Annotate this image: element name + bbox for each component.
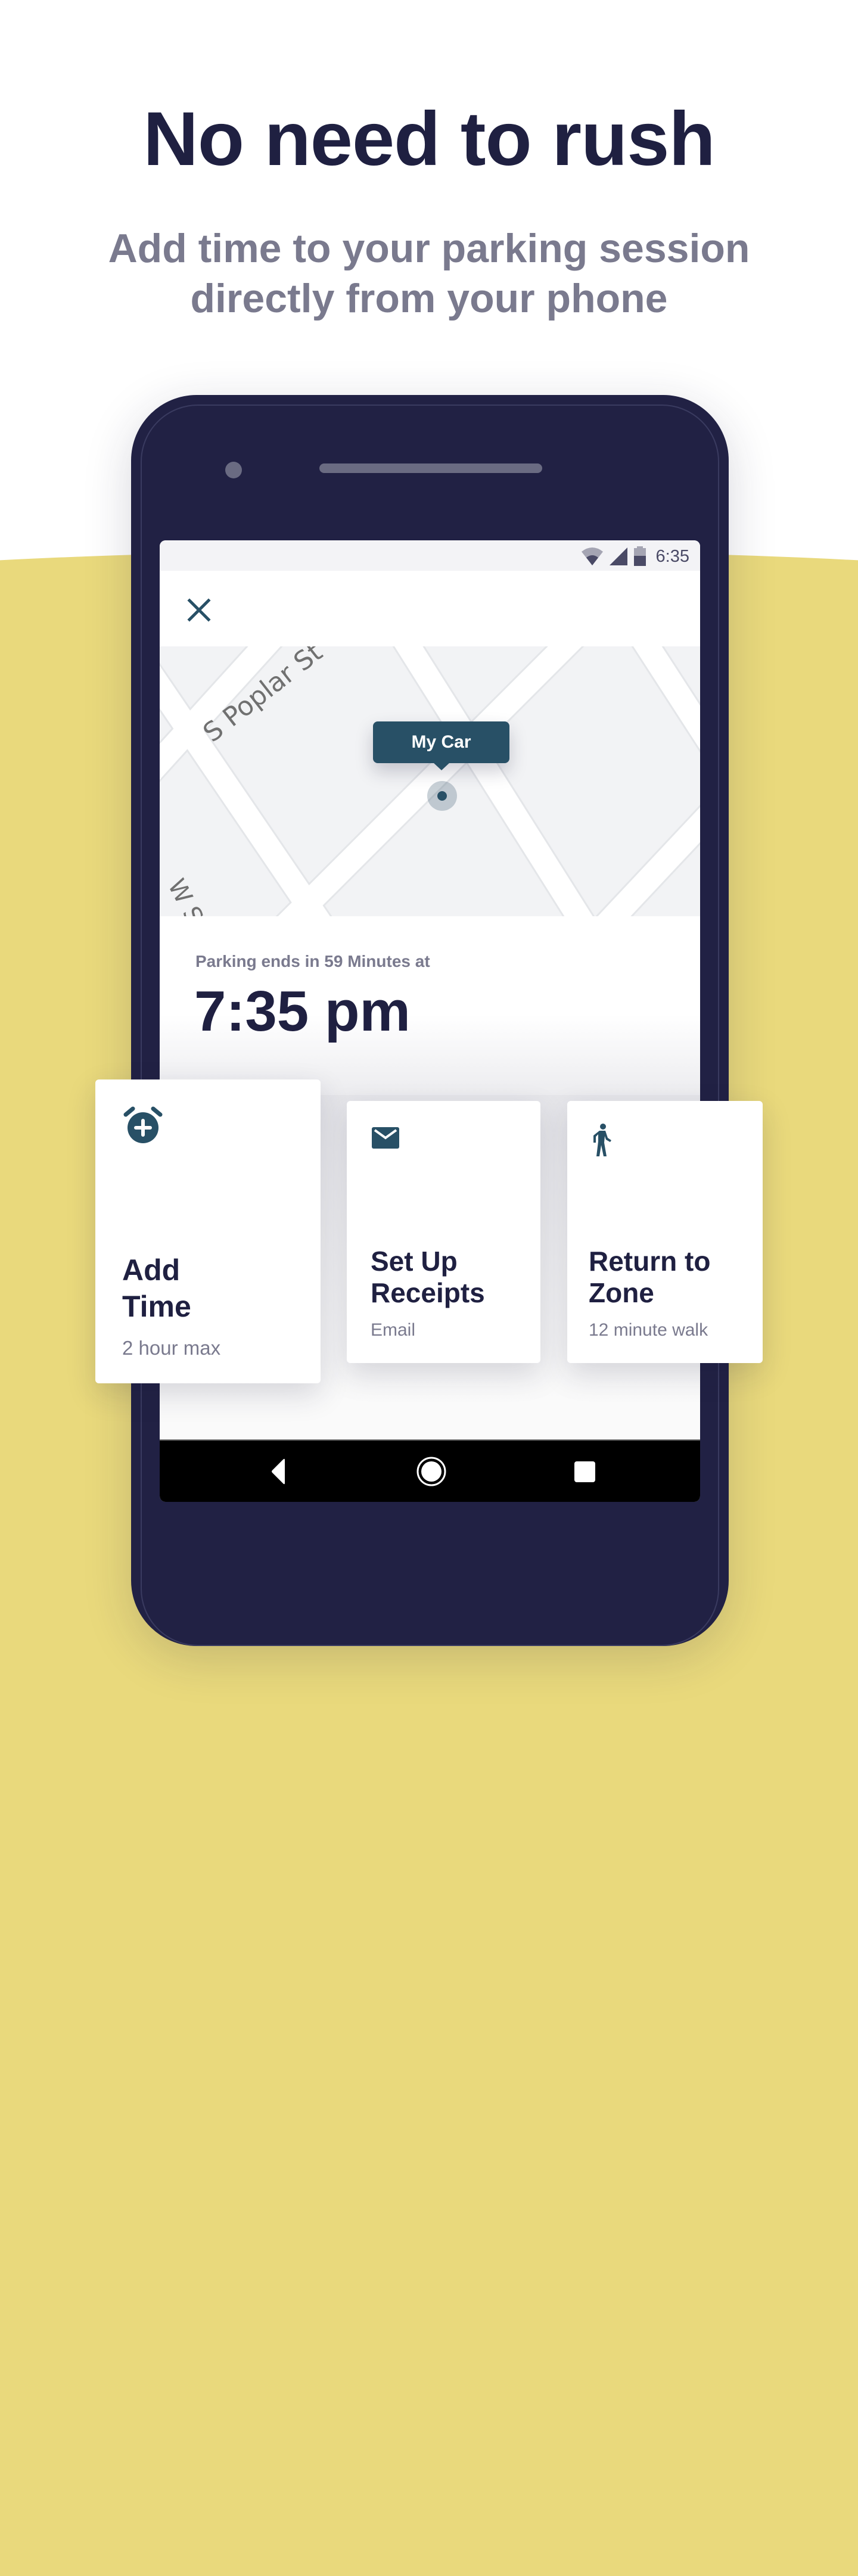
car-location-pin[interactable] xyxy=(427,781,457,811)
home-icon xyxy=(416,1457,446,1486)
close-button[interactable] xyxy=(184,595,214,626)
parking-end-time: 7:35 pm xyxy=(194,979,411,1043)
return-to-zone-card[interactable]: Return to Zone 12 minute walk xyxy=(567,1101,763,1363)
hero-title: No need to rush xyxy=(143,97,715,182)
car-location-dot xyxy=(437,791,447,801)
back-icon xyxy=(272,1458,285,1485)
email-icon xyxy=(372,1127,399,1149)
set-up-receipts-subtitle: Email xyxy=(371,1320,416,1340)
recents-icon xyxy=(574,1461,595,1482)
map-view[interactable]: S Poplar St W S My Car xyxy=(160,646,700,916)
battery-icon xyxy=(633,546,646,566)
walk-icon xyxy=(593,1124,611,1156)
nav-home-button[interactable] xyxy=(400,1441,463,1502)
status-icons: 6:35 xyxy=(581,546,689,567)
map-streets xyxy=(160,646,700,916)
hero-subtitle: Add time to your parking session directl… xyxy=(72,223,786,323)
set-up-receipts-title: Set Up Receipts xyxy=(371,1246,485,1308)
set-up-receipts-card[interactable]: Set Up Receipts Email xyxy=(347,1101,540,1363)
android-nav-bar xyxy=(160,1439,700,1502)
parking-ends-label: Parking ends in 59 Minutes at xyxy=(195,952,430,970)
return-to-zone-title: Return to Zone xyxy=(589,1246,711,1308)
phone-speaker xyxy=(319,463,542,473)
status-time: 6:35 xyxy=(655,546,689,566)
return-to-zone-subtitle: 12 minute walk xyxy=(589,1320,708,1340)
hero-subtitle-line-1: Add time to your parking session xyxy=(108,226,750,271)
alarm-add-icon xyxy=(123,1106,163,1143)
close-icon xyxy=(187,598,211,622)
hero-subtitle-line-2: directly from your phone xyxy=(190,276,668,321)
app-header xyxy=(160,571,700,646)
add-time-title: Add Time xyxy=(122,1253,191,1323)
my-car-callout[interactable]: My Car xyxy=(373,721,509,770)
phone-camera xyxy=(225,462,242,478)
wifi-icon xyxy=(581,547,603,565)
add-time-card[interactable]: Add Time 2 hour max xyxy=(95,1079,321,1383)
status-bar: 6:35 xyxy=(160,540,700,571)
nav-recents-button[interactable] xyxy=(554,1441,616,1502)
add-time-subtitle: 2 hour max xyxy=(122,1337,221,1359)
parking-info: Parking ends in 59 Minutes at 7:35 pm xyxy=(160,916,700,1095)
cell-signal-icon xyxy=(609,547,627,565)
nav-back-button[interactable] xyxy=(247,1441,310,1502)
